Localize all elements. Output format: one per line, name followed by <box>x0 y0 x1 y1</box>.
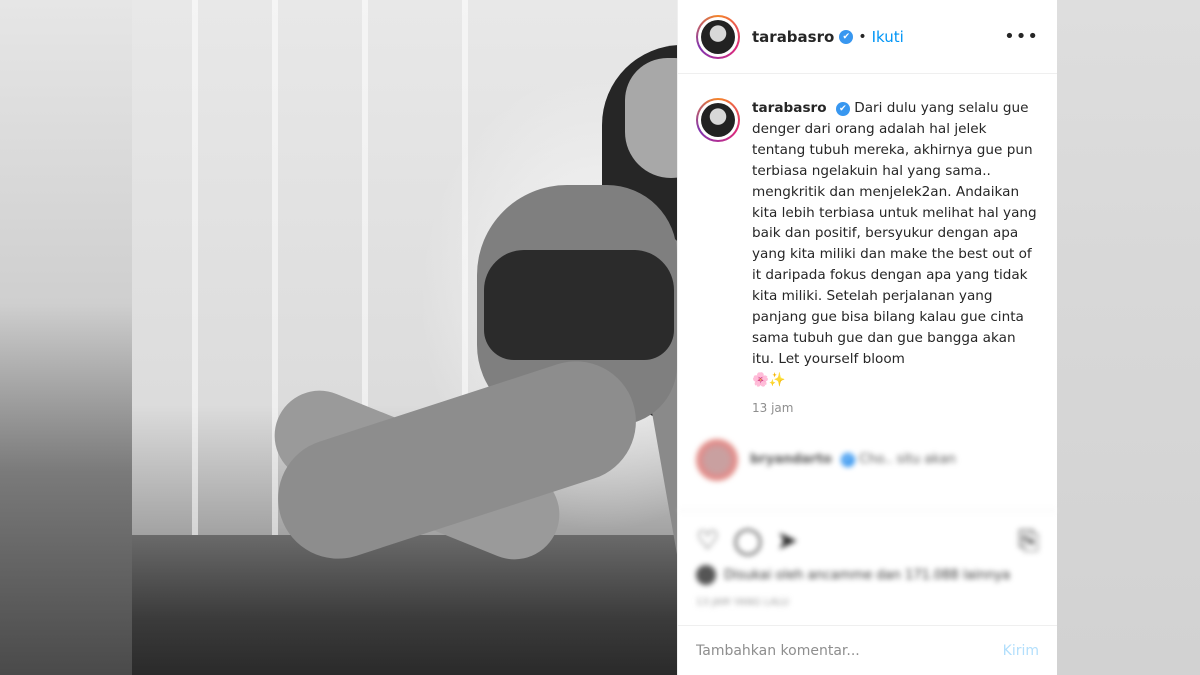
curtain-fold <box>192 0 198 560</box>
caption-body: Dari dulu yang selalu gue denger dari or… <box>752 100 1037 367</box>
action-bar: ♡ ◯ ➤ ⎘ <box>678 510 1057 558</box>
send-button[interactable]: Kirim <box>1003 643 1039 659</box>
comment-icon[interactable]: ◯ <box>733 528 762 554</box>
verified-icon: ✔ <box>839 29 854 44</box>
avatar[interactable] <box>696 98 740 142</box>
avatar-image <box>701 19 735 54</box>
caption-text: tarabasro ✔ Dari dulu yang selalu gue de… <box>752 98 1039 391</box>
follow-button[interactable]: Ikuti <box>872 28 904 46</box>
comment-body: Cho.. situ akan <box>859 452 956 468</box>
add-comment-bar: Kirim <box>678 625 1057 675</box>
likes-summary[interactable]: Disukai oleh ancamme dan 171.088 lainnya <box>696 565 1010 585</box>
likes-text: Disukai oleh ancamme dan 171.088 lainnya <box>724 567 1011 583</box>
more-options-icon[interactable]: ••• <box>1004 26 1039 47</box>
share-icon[interactable]: ➤ <box>776 528 798 554</box>
comment-text: bryandarto ✔ Cho.. situ akan <box>750 452 956 468</box>
blurred-background-left <box>0 0 135 675</box>
avatar[interactable] <box>696 438 738 481</box>
header-username[interactable]: tarabasro <box>752 28 834 46</box>
blurred-background-right <box>1055 0 1200 675</box>
heart-icon[interactable]: ♡ <box>696 528 719 554</box>
curtain-fold <box>272 0 278 560</box>
verified-icon: ✔ <box>841 453 855 468</box>
verified-icon: ✔ <box>835 102 850 116</box>
comment-input[interactable] <box>696 642 1003 659</box>
floor <box>132 535 677 675</box>
caption-username[interactable]: tarabasro <box>752 100 827 116</box>
caption-emoji: 🌸✨ <box>752 371 786 388</box>
bookmark-icon[interactable]: ⎘ <box>1018 528 1039 554</box>
comment-item: bryandarto ✔ Cho.. situ akan <box>678 438 1057 481</box>
separator-dot: • <box>858 28 867 45</box>
avatar-image <box>701 103 735 137</box>
posted-timestamp: 13 JAM YANG LALU <box>696 597 789 608</box>
post-detail-panel: tarabasro ✔ • Ikuti ••• tarabasro ✔ Dari… <box>677 0 1057 675</box>
comment-username[interactable]: bryandarto <box>750 452 832 467</box>
post-header: tarabasro ✔ • Ikuti ••• <box>678 0 1057 74</box>
figure-top <box>484 250 674 360</box>
avatar[interactable] <box>696 14 740 59</box>
post-photo[interactable]: › <box>132 0 677 675</box>
caption: tarabasro ✔ Dari dulu yang selalu gue de… <box>678 74 1057 391</box>
avatar <box>696 565 716 585</box>
caption-timestamp: 13 jam <box>752 400 794 415</box>
